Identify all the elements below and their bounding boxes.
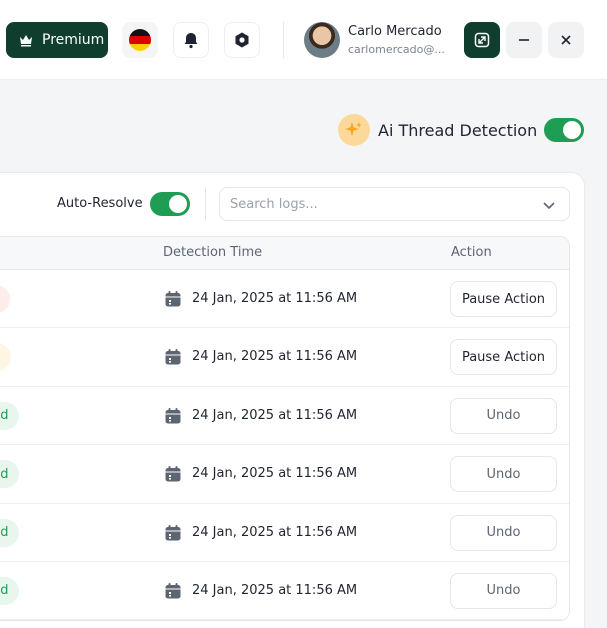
table-row: lved 24 Jan, 2025 at 11:56 AM Undo xyxy=(0,445,569,504)
detection-time: 24 Jan, 2025 at 11:56 AM xyxy=(192,349,358,365)
chevron-down-icon[interactable] xyxy=(541,197,557,213)
calendar-icon xyxy=(165,291,181,307)
german-flag-icon xyxy=(129,29,151,51)
top-bar: Premium Carlo Mercado carlomercado@... xyxy=(0,0,607,80)
detection-time: 24 Jan, 2025 at 11:56 AM xyxy=(192,582,358,598)
premium-label: Premium xyxy=(42,32,105,48)
status-badge: lved xyxy=(0,401,19,430)
table-header: Detection Time Action xyxy=(0,237,569,270)
logs-table: Detection Time Action cal 24 Jan, 2025 at… xyxy=(0,236,570,622)
user-name: Carlo Mercado xyxy=(348,24,442,39)
status-badge: lved xyxy=(0,576,19,605)
user-email: carlomercado@... xyxy=(348,43,445,56)
column-detection-time: Detection Time xyxy=(163,245,263,260)
undo-button[interactable]: Undo xyxy=(450,456,557,493)
avatar[interactable] xyxy=(304,22,340,58)
calendar-icon xyxy=(165,582,181,599)
auto-resolve-toggle[interactable] xyxy=(150,192,190,216)
undo-button[interactable]: Undo xyxy=(450,572,557,609)
ai-thread-detection-toggle[interactable] xyxy=(544,118,584,142)
status-badge: lved xyxy=(0,518,19,547)
ai-thread-detection-label: Ai Thread Detection xyxy=(378,120,538,140)
header-divider xyxy=(283,22,284,58)
column-action: Action xyxy=(451,245,492,260)
status-badge: ing xyxy=(0,343,12,372)
calendar-icon xyxy=(165,407,181,424)
hexagon-settings-icon xyxy=(235,32,249,48)
status-badge: lved xyxy=(0,460,19,489)
bell-icon xyxy=(184,33,198,49)
detection-time: 24 Jan, 2025 at 11:56 AM xyxy=(192,524,358,540)
search-logs-field[interactable] xyxy=(219,187,570,221)
pause-action-button[interactable]: Pause Action xyxy=(450,339,557,376)
table-row: lved 24 Jan, 2025 at 11:56 AM Undo xyxy=(0,386,569,446)
calendar-icon xyxy=(165,349,181,365)
undo-button[interactable]: Undo xyxy=(450,514,557,551)
toolbar-divider xyxy=(205,187,206,221)
detection-time: 24 Jan, 2025 at 11:56 AM xyxy=(192,291,358,306)
language-selector[interactable] xyxy=(122,22,158,58)
search-input[interactable] xyxy=(230,188,520,220)
expand-icon xyxy=(474,32,490,48)
notifications-button[interactable] xyxy=(173,22,209,58)
undo-button[interactable]: Undo xyxy=(450,397,557,434)
detection-time: 24 Jan, 2025 at 11:56 AM xyxy=(192,407,358,423)
calendar-icon xyxy=(165,524,181,541)
auto-resolve-label: Auto-Resolve xyxy=(57,196,143,211)
sparkle-icon xyxy=(338,114,370,146)
table-row: cal 24 Jan, 2025 at 11:56 AM Pause Action xyxy=(0,270,569,329)
settings-button[interactable] xyxy=(224,22,260,58)
ai-thread-detection: Ai Thread Detection xyxy=(338,113,537,147)
pause-action-button[interactable]: Pause Action xyxy=(450,281,557,317)
premium-button[interactable]: Premium xyxy=(6,22,108,58)
status-badge: cal xyxy=(0,285,10,313)
minimize-button[interactable] xyxy=(506,22,542,58)
detection-time: 24 Jan, 2025 at 11:56 AM xyxy=(192,466,358,482)
minus-icon xyxy=(519,39,529,41)
table-row: lved 24 Jan, 2025 at 11:56 AM Undo xyxy=(0,561,569,621)
table-row: lved 24 Jan, 2025 at 11:56 AM Undo xyxy=(0,503,569,562)
crown-icon xyxy=(20,35,32,47)
close-button[interactable] xyxy=(548,22,584,58)
close-icon xyxy=(561,35,571,45)
calendar-icon xyxy=(165,466,181,482)
table-row: ing 24 Jan, 2025 at 11:56 AM Pause Action xyxy=(0,328,569,387)
expand-button[interactable] xyxy=(464,22,500,58)
